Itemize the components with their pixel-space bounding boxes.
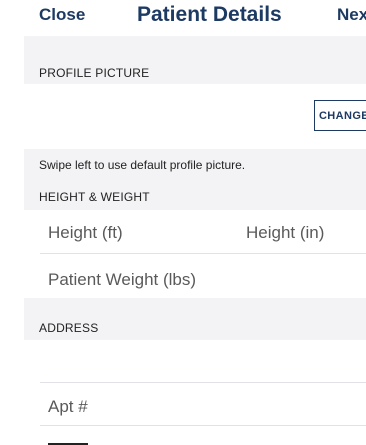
page-title: Patient Details [137, 3, 282, 26]
next-field-partial [48, 440, 88, 445]
height-weight-section-title: HEIGHT & WEIGHT [39, 190, 150, 204]
apt-row-divider [40, 425, 366, 426]
height-in-input[interactable]: Height (in) [246, 223, 324, 243]
patient-weight-input[interactable]: Patient Weight (lbs) [48, 270, 196, 290]
address-section-title: ADDRESS [39, 321, 99, 335]
profile-section-header: PROFILE PICTURE [24, 36, 366, 84]
height-weight-section-header: Swipe left to use default profile pictur… [24, 149, 366, 210]
change-profile-picture-button[interactable]: CHANGE [314, 100, 366, 131]
height-ft-input[interactable]: Height (ft) [48, 223, 123, 243]
street-row-divider [40, 382, 366, 383]
next-button[interactable]: Nex [337, 5, 366, 25]
profile-section-title: PROFILE PICTURE [39, 66, 150, 80]
street-address-input[interactable] [24, 340, 366, 382]
close-button[interactable]: Close [39, 5, 85, 25]
height-row-divider [40, 253, 366, 254]
address-section-header: ADDRESS [24, 298, 366, 340]
profile-hint: Swipe left to use default profile pictur… [39, 158, 246, 172]
apt-input[interactable]: Apt # [48, 397, 88, 417]
